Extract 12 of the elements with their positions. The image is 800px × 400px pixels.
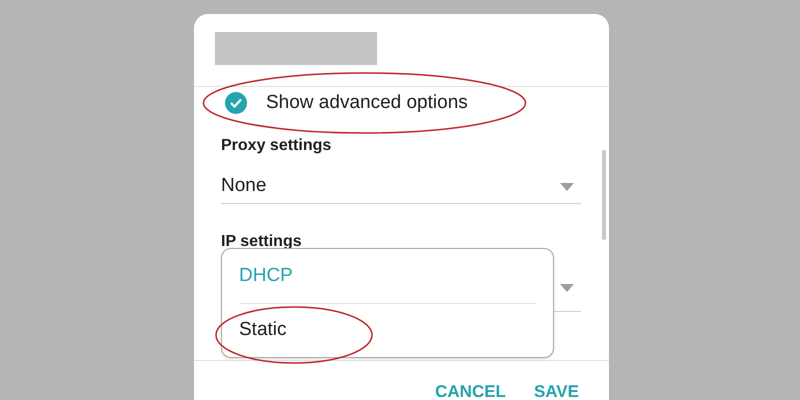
checkbox[interactable]: [225, 92, 247, 114]
proxy-label: Proxy settings: [221, 136, 332, 156]
menu-item[interactable]: Static: [239, 303, 536, 357]
caret-icon: [560, 284, 574, 292]
check-icon: [230, 98, 242, 108]
save-button[interactable]: SAVE: [534, 379, 579, 400]
checkbox-label: Show advanced options: [266, 90, 468, 115]
cancel-button[interactable]: CANCEL: [435, 379, 506, 400]
ip-label: IP settings: [221, 232, 303, 252]
proxy-dropdown[interactable]: None: [221, 170, 581, 204]
menu-item[interactable]: DHCP: [239, 249, 536, 303]
caret-icon: [560, 182, 574, 190]
